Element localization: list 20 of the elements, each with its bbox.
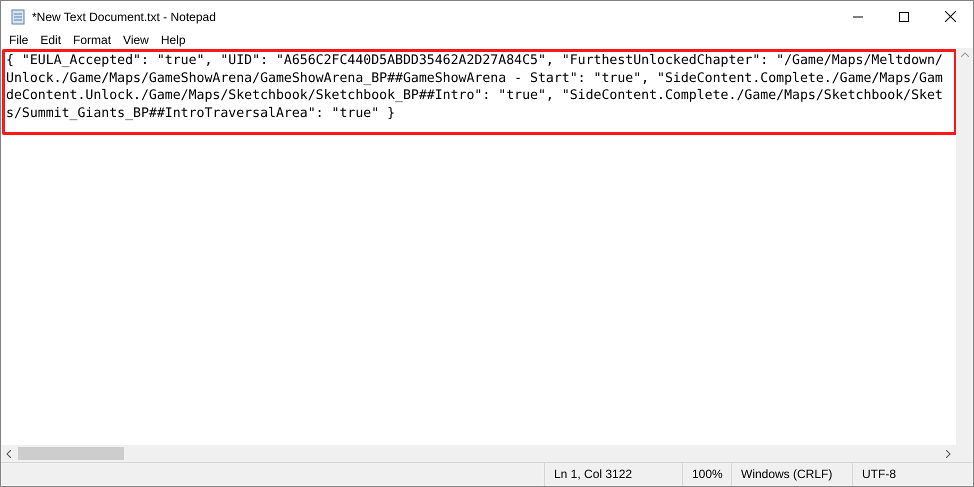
status-field: Windows (CRLF) (731, 463, 852, 486)
text-line: Unlock./Game/Maps/GameShowArena/GameShowArena_BP##GameShowArena - Start": "true", "SideContent.Complete./Game/Maps/Gam (6, 70, 943, 87)
vertical-scrollbar[interactable] (956, 48, 973, 445)
text-line: { "EULA_Accepted": "true", "UID": "A656C2FC440D5ABDD35462A2D27A84C5", "FurthestUnlockedChapter": "/Game/Maps/Meltdown/ (6, 52, 943, 70)
horizontal-scrollbar[interactable] (1, 445, 956, 462)
window-title: *New Text Document.txt - Notepad (32, 8, 216, 26)
close-icon (944, 11, 956, 22)
status-field: 100% (682, 463, 731, 486)
status-field: Ln 1, Col 3122 (544, 463, 682, 486)
notepad-icon (10, 8, 26, 24)
scroll-thumb[interactable] (18, 447, 124, 460)
menu-item[interactable]: View (117, 32, 155, 48)
status-field: UTF-8 (852, 463, 922, 486)
menu-item[interactable]: Format (67, 32, 118, 48)
text-line: deContent.Unlock./Game/Maps/Sketchbook/Sketchbook_BP##Intro": "true", "SideContent.Complete./Game/Maps/Sketchbook/Sket (6, 87, 943, 104)
text-line: s/Summit_Giants_BP##IntroTraversalArea": "true" } (6, 104, 396, 122)
maximize-icon (899, 12, 909, 22)
menu-item[interactable]: Edit (34, 32, 68, 48)
menu-item[interactable]: Help (154, 32, 192, 48)
menu-item[interactable]: File (3, 32, 34, 48)
